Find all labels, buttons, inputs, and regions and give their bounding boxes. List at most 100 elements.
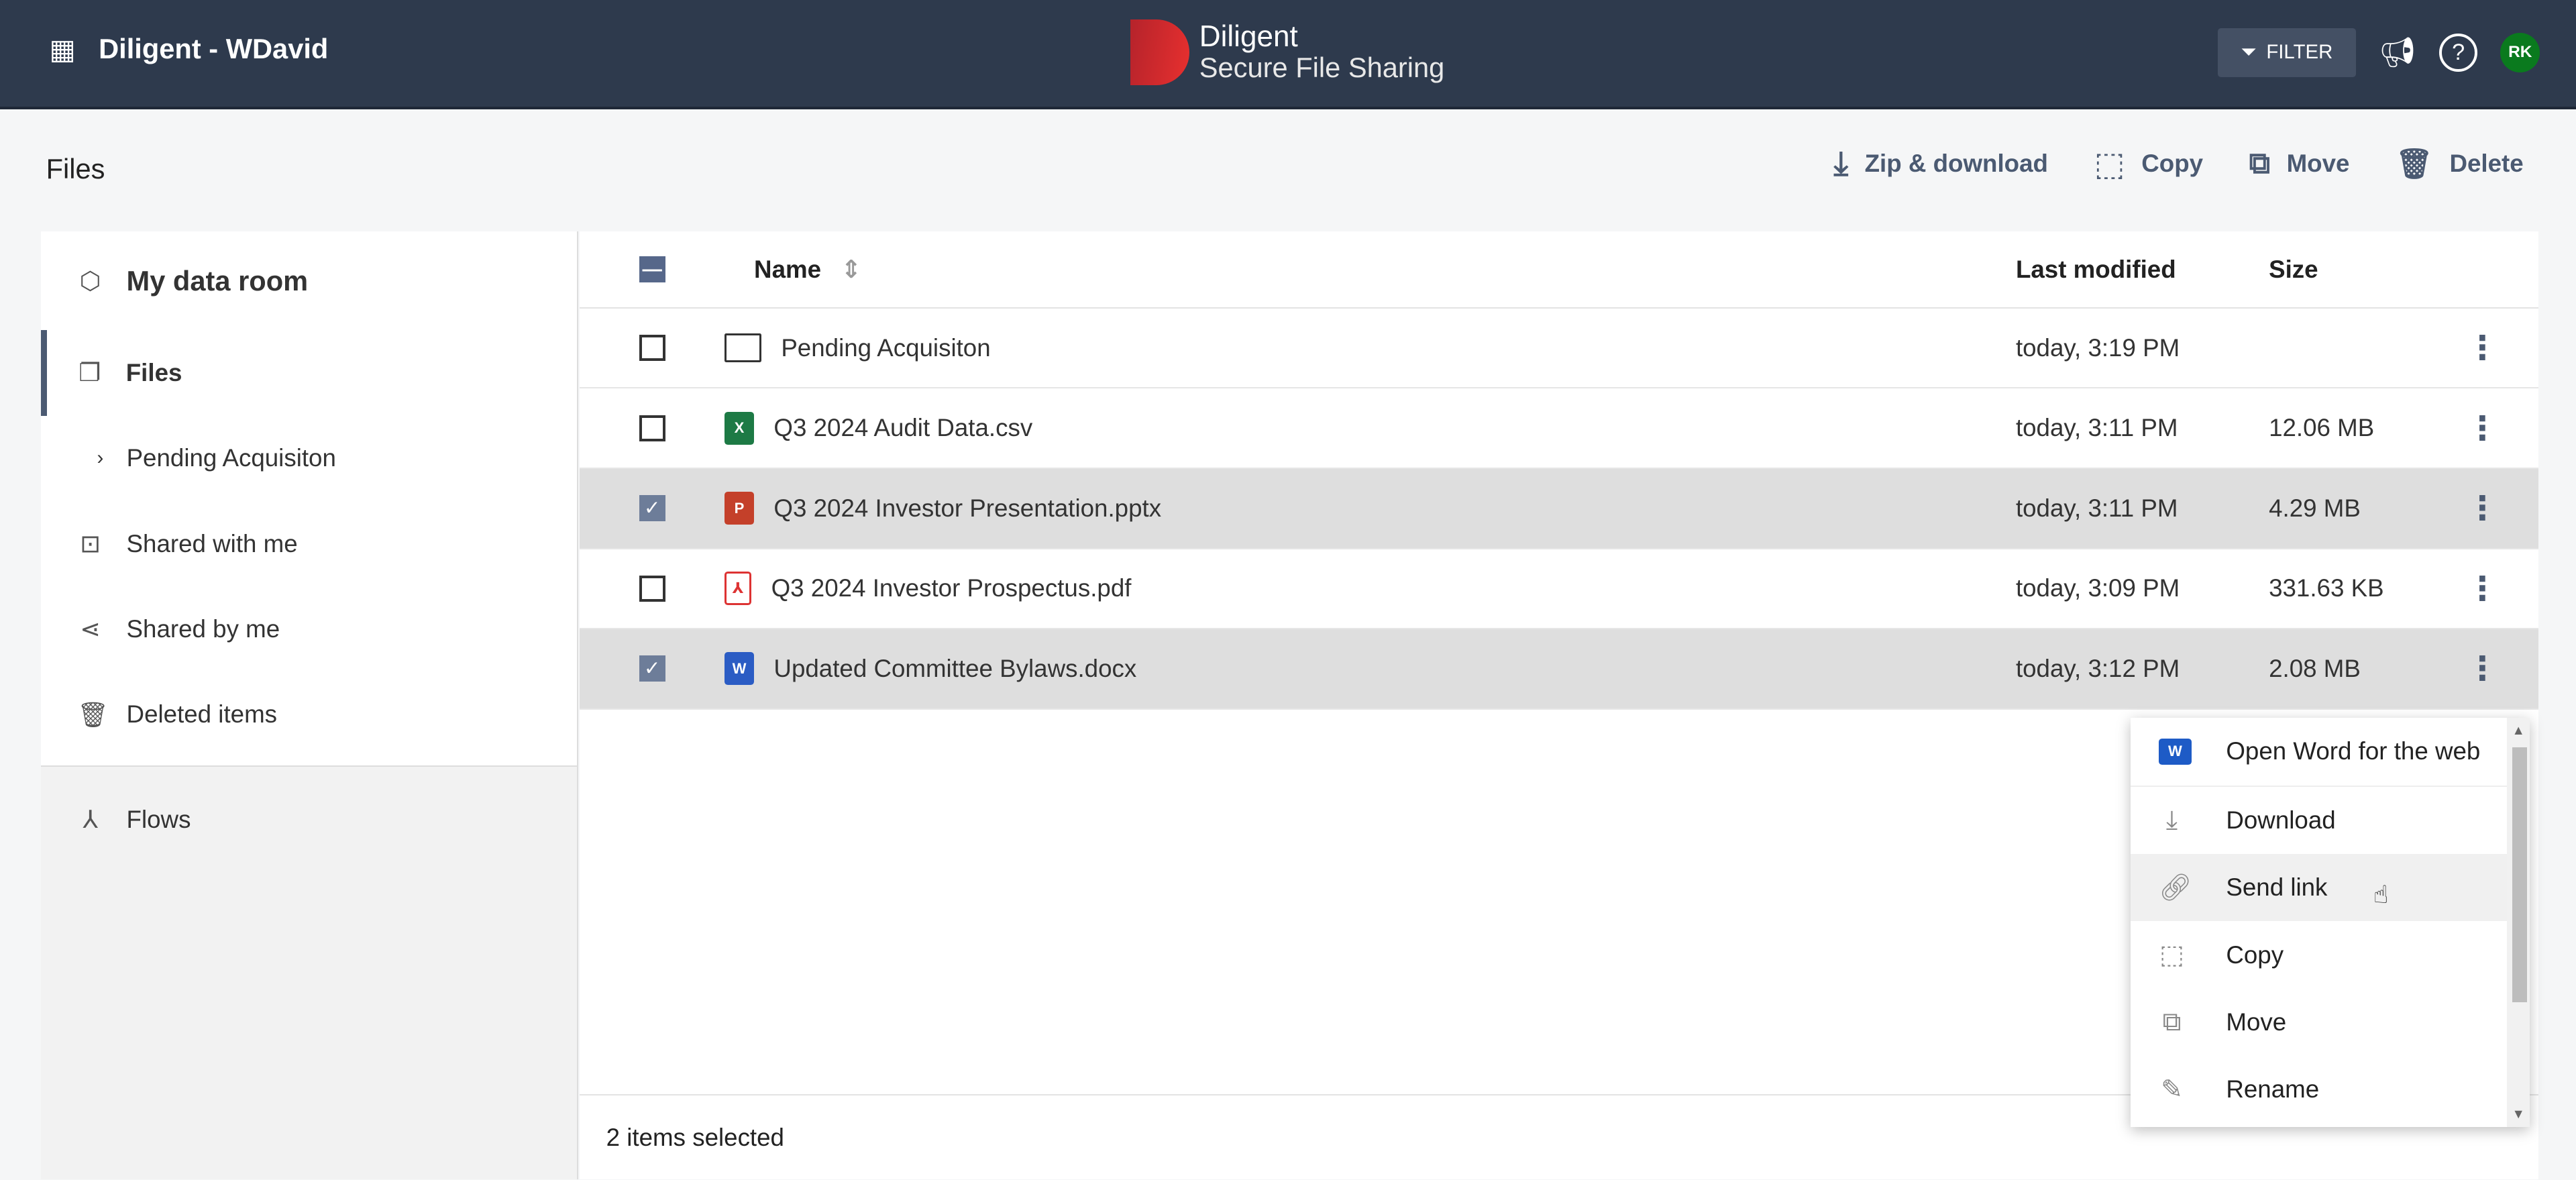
help-icon[interactable]: ? — [2439, 33, 2478, 72]
label: Deleted items — [126, 700, 278, 729]
sidebar-item-pending-acquisiton[interactable]: › Pending Acquisiton — [41, 416, 576, 501]
pencil-icon: ✎ — [2161, 1075, 2183, 1104]
more-options-icon[interactable]: ⋮ — [2463, 489, 2502, 527]
file-size: 331.63 KB — [2269, 574, 2384, 602]
menu-scrollbar[interactable]: ▲ ▼ — [2507, 718, 2530, 1127]
copy-icon: ⬚ — [2094, 146, 2125, 182]
menu-move[interactable]: ⧉ Move — [2131, 989, 2530, 1056]
excel-icon: X — [724, 411, 755, 445]
flows-icon: ⅄ — [83, 806, 98, 834]
pdf-icon: ⅄ — [724, 572, 752, 606]
delete-button[interactable]: 🗑︎ Delete — [2396, 145, 2524, 183]
sidebar-item-shared-with-me[interactable]: ⊡ Shared with me — [41, 501, 576, 586]
menu-open-word[interactable]: W Open Word for the web — [2131, 718, 2530, 787]
org-switcher[interactable]: ▦ Diligent - WDavid — [49, 33, 328, 66]
building-icon: ▦ — [49, 33, 76, 65]
megaphone-icon[interactable]: 📢︎ — [2379, 35, 2416, 70]
powerpoint-icon: P — [724, 492, 755, 525]
last-modified: today, 3:11 PM — [2015, 494, 2178, 522]
more-options-icon[interactable]: ⋮ — [2463, 649, 2502, 688]
file-name[interactable]: Updated Committee Bylaws.docx — [773, 655, 1136, 683]
delete-label: Delete — [2449, 150, 2524, 177]
label: Shared with me — [126, 529, 298, 557]
label: Move — [2226, 1008, 2287, 1036]
sort-icon[interactable]: ⇕ — [841, 255, 861, 284]
table-row[interactable]: ✓ W Updated Committee Bylaws.docx today, … — [580, 629, 2538, 710]
share-icon: ⋖ — [80, 615, 101, 643]
toolbar: ⤓ Zip & download ⬚ Copy ⧉ Move 🗑︎ Delete — [1833, 145, 2523, 183]
scroll-down-icon[interactable]: ▼ — [2512, 1107, 2525, 1122]
file-size: 4.29 MB — [2269, 494, 2361, 522]
scroll-up-icon[interactable]: ▲ — [2512, 723, 2525, 739]
column-size[interactable]: Size — [2269, 256, 2463, 284]
label: Open Word for the web — [2226, 737, 2481, 765]
file-name[interactable]: Q3 2024 Investor Presentation.pptx — [773, 494, 1161, 523]
file-size: 2.08 MB — [2269, 654, 2361, 682]
zip-label: Zip & download — [1864, 150, 2048, 177]
column-name[interactable]: Name — [754, 256, 821, 284]
sidebar-item-deleted-items[interactable]: 🗑︎ Deleted items — [41, 672, 576, 757]
copy-button[interactable]: ⬚ Copy — [2094, 145, 2203, 183]
diligent-logo-icon — [1130, 19, 1190, 86]
row-checkbox[interactable]: ✓ — [639, 495, 665, 522]
more-options-icon[interactable]: ⋮ — [2463, 409, 2502, 447]
table-row[interactable]: ✓ P Q3 2024 Investor Presentation.pptx to… — [580, 469, 2538, 549]
copy-label: Copy — [2141, 150, 2204, 177]
sidebar-item-shared-by-me[interactable]: ⋖ Shared by me — [41, 586, 576, 672]
row-checkbox[interactable]: ✓ — [639, 655, 665, 682]
sidebar: ⬡ My data room ❐ Files › Pending Acquisiton… — [41, 231, 578, 1180]
move-label: Move — [2286, 150, 2350, 177]
menu-download[interactable]: ⤓ Download — [2131, 787, 2530, 854]
row-checkbox[interactable] — [639, 415, 665, 441]
file-name[interactable]: Q3 2024 Audit Data.csv — [773, 414, 1032, 442]
word-icon: W — [724, 652, 755, 686]
filter-icon: ⏷ — [2241, 41, 2257, 64]
label: Shared by me — [126, 614, 280, 643]
zip-download-button[interactable]: ⤓ Zip & download — [1833, 145, 2047, 183]
table-header: — Name ⇕ Last modified Size — [580, 231, 2538, 309]
table-row[interactable]: X Q3 2024 Audit Data.csv today, 3:11 PM 1… — [580, 388, 2538, 470]
table-row[interactable]: ⅄ Q3 2024 Investor Prospectus.pdf today, … — [580, 549, 2538, 630]
files-icon: ❐ — [78, 359, 101, 387]
file-size: 12.06 MB — [2269, 414, 2375, 442]
avatar[interactable]: RK — [2500, 32, 2540, 72]
page-title: Files — [46, 152, 105, 184]
move-icon: ⧉ — [2162, 1008, 2182, 1037]
filter-label: FILTER — [2266, 41, 2333, 64]
inbox-icon: ⊡ — [80, 530, 101, 558]
download-icon: ⤓ — [2165, 805, 2178, 835]
table-row[interactable]: Pending Acquisiton today, 3:19 PM ⋮ — [580, 309, 2538, 389]
file-name[interactable]: Q3 2024 Investor Prospectus.pdf — [771, 574, 1132, 602]
move-button[interactable]: ⧉ Move — [2249, 145, 2350, 183]
top-bar: ▦ Diligent - WDavid Diligent Secure File S… — [0, 0, 2576, 110]
more-options-icon[interactable]: ⋮ — [2463, 570, 2502, 608]
link-icon: 🔗︎ — [2158, 873, 2192, 903]
move-icon: ⧉ — [2249, 147, 2271, 180]
label: Pending Acquisiton — [126, 444, 336, 472]
last-modified: today, 3:12 PM — [2015, 654, 2180, 682]
menu-send-link[interactable]: 🔗︎ Send link ☝︎ — [2131, 854, 2530, 922]
org-name: Diligent - WDavid — [99, 33, 329, 65]
filter-button[interactable]: ⏷ FILTER — [2217, 28, 2356, 77]
hexagon-icon: ⬡ — [79, 267, 101, 295]
file-name[interactable]: Pending Acquisiton — [781, 334, 990, 362]
trash-icon: 🗑︎ — [2396, 148, 2433, 180]
sidebar-item-flows[interactable]: ⅄ Flows — [41, 767, 576, 872]
chevron-right-icon: › — [97, 447, 104, 470]
menu-copy[interactable]: ⬚ Copy — [2131, 921, 2530, 988]
room-label: My data room — [126, 264, 309, 297]
sidebar-room[interactable]: ⬡ My data room — [41, 231, 576, 330]
label: Files — [125, 358, 182, 386]
menu-rename[interactable]: ✎ Rename — [2131, 1056, 2530, 1123]
row-checkbox[interactable] — [639, 335, 665, 362]
column-last-modified[interactable]: Last modified — [2016, 256, 2269, 284]
select-all-checkbox[interactable]: — — [639, 256, 665, 283]
sidebar-item-files[interactable]: ❐ Files — [41, 330, 576, 416]
more-options-icon[interactable]: ⋮ — [2463, 329, 2502, 367]
label: Copy — [2226, 941, 2284, 969]
last-modified: today, 3:19 PM — [2015, 333, 2180, 362]
last-modified: today, 3:11 PM — [2015, 414, 2178, 442]
row-checkbox[interactable] — [639, 575, 665, 602]
label: Send link — [2226, 873, 2328, 902]
label: Rename — [2226, 1075, 2320, 1104]
